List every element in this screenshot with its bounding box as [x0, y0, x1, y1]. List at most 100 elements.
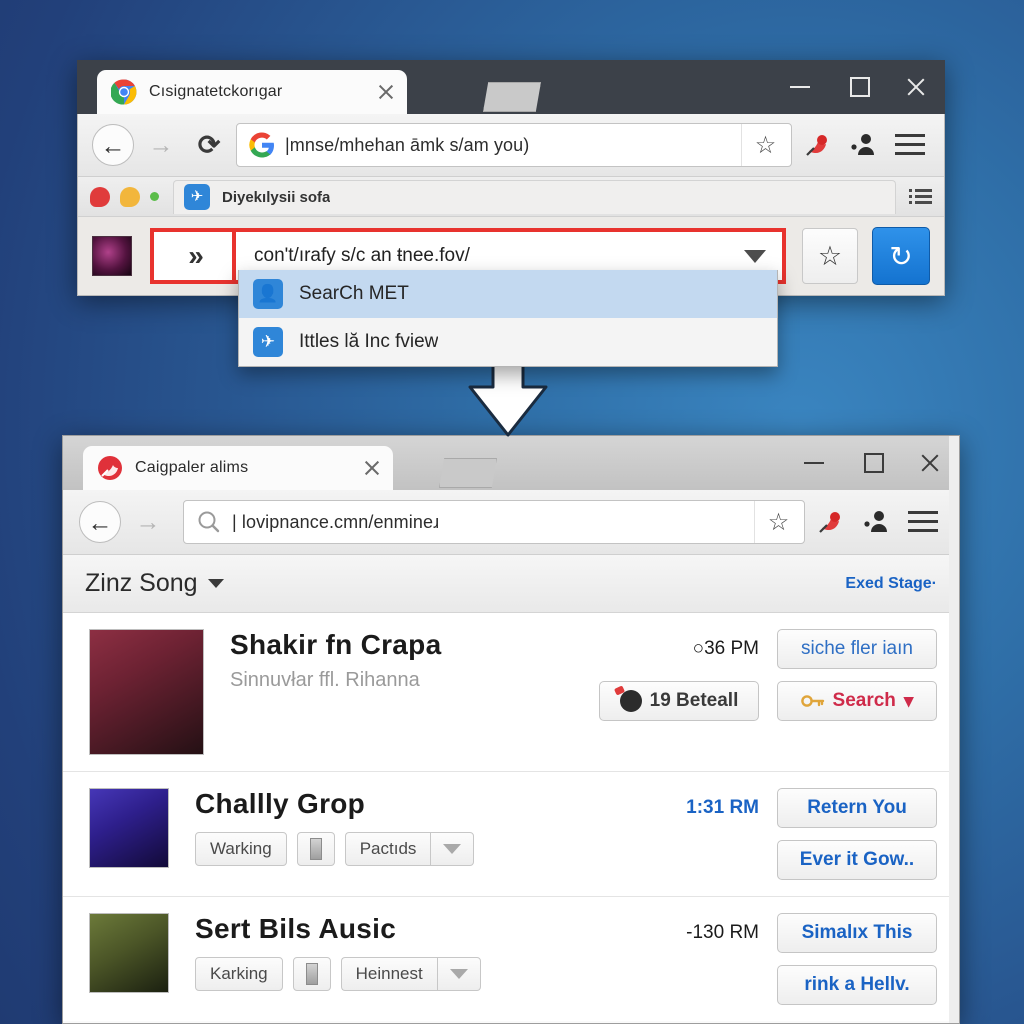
google-g-icon [249, 132, 275, 158]
forward-icon: → [135, 508, 161, 536]
app-title-label: Zinz Song [85, 569, 198, 597]
forward-button[interactable]: → [127, 501, 169, 543]
list-item-info: Shakir fn Crapa Sinnuvłar ffl. Rihanna [204, 629, 617, 692]
vertical-scrollbar[interactable] [949, 436, 959, 1023]
action-line-primary: -130 RM Simalıx This [686, 913, 937, 953]
suggestion-item-1[interactable]: Ittles lă Inc fview [239, 318, 777, 366]
door-icon-button[interactable] [292, 957, 331, 991]
list-item[interactable]: Sert Bils Ausic Κarking Heinnest -130 RM… [63, 897, 959, 1021]
beteall-button[interactable]: 19 Beteall [599, 681, 759, 721]
top-omnibox-value: |mnse/mhehan āmk s/am you) [285, 134, 530, 155]
back-button[interactable]: ← [92, 124, 134, 166]
secondary-action-button[interactable]: Ever it Gow.. [777, 840, 937, 880]
suggestion-label-0: SearCh MET [299, 283, 409, 304]
person-icon [253, 279, 283, 309]
door-icon-button[interactable] [296, 832, 335, 866]
reload-button[interactable]: ⟳ [188, 124, 230, 166]
chrome-logo-icon [110, 79, 137, 105]
timestamp: 1:31 RM [686, 797, 759, 818]
search-dropdown-button[interactable]: Search ▾ [777, 681, 937, 721]
top-omnibox[interactable]: |mnse/mhehan āmk s/am you) ☆ [236, 123, 792, 167]
list-item-actions: -130 RM Simalıx This rink a Hellv. [617, 913, 937, 1005]
list-item[interactable]: Challly Grop Warking Pactıds 1:31 RM Ret… [63, 772, 959, 897]
list-item[interactable]: Shakir fn Crapa Sinnuvłar ffl. Rihanna ○… [63, 613, 959, 772]
bookmark-star-icon[interactable]: ☆ [741, 124, 789, 166]
red-extension-icon[interactable] [798, 125, 838, 165]
bookmark-page-label: Diyekılysii sofa [222, 188, 331, 206]
chevron-down-icon[interactable] [744, 249, 766, 263]
reload-icon: ⟳ [197, 130, 221, 160]
forward-button[interactable]: → [140, 124, 182, 166]
chevron-down-icon [449, 969, 468, 979]
maximize-button[interactable] [829, 60, 887, 114]
chevron-down-icon [207, 579, 224, 588]
red-app-icon [97, 455, 123, 481]
primary-action-button[interactable]: Retern You [777, 788, 937, 828]
minimize-button[interactable] [771, 60, 829, 114]
exed-stage-link[interactable]: Exed Stage· [845, 575, 937, 593]
top-window-bookmark-bar: Diyekılysii sofa [78, 177, 944, 217]
close-window-button[interactable] [887, 60, 945, 114]
list-view-icon[interactable] [906, 189, 932, 204]
hamburger-menu-icon[interactable] [890, 125, 930, 165]
favorite-star-button[interactable]: ☆ [802, 228, 858, 284]
action-line-primary: ○36 PM siche fler iaın [693, 629, 937, 669]
list-content: Shakir fn Crapa Sinnuvłar ffl. Rihanna ○… [63, 613, 959, 1021]
chevron-button[interactable]: » [150, 228, 236, 284]
list-item-chips: Warking Pactıds [195, 832, 617, 866]
primary-action-button[interactable]: siche fler iaın [777, 629, 937, 669]
chip-dropdown-toggle[interactable] [436, 957, 481, 991]
close-icon[interactable] [361, 457, 383, 479]
chip-dropdown-label: Heinnest [340, 957, 437, 991]
chip-dropdown-group[interactable]: Heinnest [340, 957, 481, 991]
suggestion-item-0[interactable]: SearCh MET [239, 270, 777, 318]
orange-balloon-icon[interactable] [120, 186, 140, 207]
star-icon: ☆ [817, 240, 843, 271]
red-balloon-icon[interactable] [90, 186, 110, 207]
list-item-title: Challly Grop [195, 788, 366, 819]
minimize-button[interactable] [785, 436, 843, 490]
app-title-dropdown[interactable]: Zinz Song [85, 569, 224, 598]
dark-media-thumbnail [92, 236, 132, 276]
bottom-window-tab[interactable]: Caigpaler alims [83, 446, 393, 490]
chip-dropdown-group[interactable]: Pactıds [344, 832, 475, 866]
bookmark-page-chip[interactable]: Diyekılysii sofa [173, 179, 896, 214]
sync-refresh-button[interactable]: ↻ [872, 227, 930, 285]
close-icon[interactable] [375, 81, 397, 103]
timestamp: -130 RM [686, 922, 759, 943]
bookmark-star-icon[interactable]: ☆ [754, 501, 802, 543]
primary-action-button[interactable]: Simalıx This [777, 913, 937, 953]
red-extension-icon[interactable] [811, 502, 851, 542]
list-item-info: Sert Bils Ausic Κarking Heinnest [169, 913, 617, 991]
top-window-tab[interactable]: Cısignatetckorıgar [97, 70, 407, 114]
profile-extension-icon[interactable] [844, 125, 884, 165]
profile-extension-icon[interactable] [857, 502, 897, 542]
key-icon [800, 693, 825, 709]
bottom-omnibox[interactable]: | lovipnance.cmn/enmineɹ ☆ [183, 500, 805, 544]
url-combobox-value: con't/ırafy s/c an ŧnee.fov/ [254, 245, 470, 266]
hamburger-menu-icon[interactable] [903, 502, 943, 542]
forward-icon: → [148, 131, 174, 159]
status-chip[interactable]: Κarking [195, 957, 283, 991]
new-tab-button[interactable] [483, 82, 541, 112]
action-line-secondary: 19 Beteall Search ▾ [599, 681, 937, 721]
back-button[interactable]: ← [79, 501, 121, 543]
plane-icon [253, 327, 283, 357]
timestamp: ○36 PM [692, 638, 759, 659]
maximize-button[interactable] [843, 436, 901, 490]
new-tab-button[interactable] [439, 458, 497, 488]
status-chip[interactable]: Warking [195, 832, 287, 866]
back-icon: ← [100, 132, 126, 160]
secondary-action-button[interactable]: rink a Hellv. [777, 965, 937, 1005]
top-window-body: ← → ⟳ |mnse/mhehan āmk s/am you) ☆ ✈ Di… [77, 114, 945, 296]
bottom-omnibox-value: | lovipnance.cmn/enmineɹ [232, 511, 440, 532]
back-icon: ← [87, 509, 113, 537]
chip-dropdown-toggle[interactable] [430, 832, 475, 866]
avatar [89, 913, 169, 993]
chevron-down-icon: ▾ [903, 690, 914, 712]
bottom-window-toolbar: ← → | lovipnance.cmn/enmineɹ ☆ [63, 490, 959, 555]
browser-window-top: Cısignatetckorıgar ← → ⟳ |mnse/mhehan ā… [77, 60, 945, 296]
double-chevron-right-icon: » [188, 240, 203, 271]
list-item-actions: 1:31 RM Retern You Ever it Gow.. [617, 788, 937, 880]
beteall-label: 19 Beteall [649, 690, 739, 711]
